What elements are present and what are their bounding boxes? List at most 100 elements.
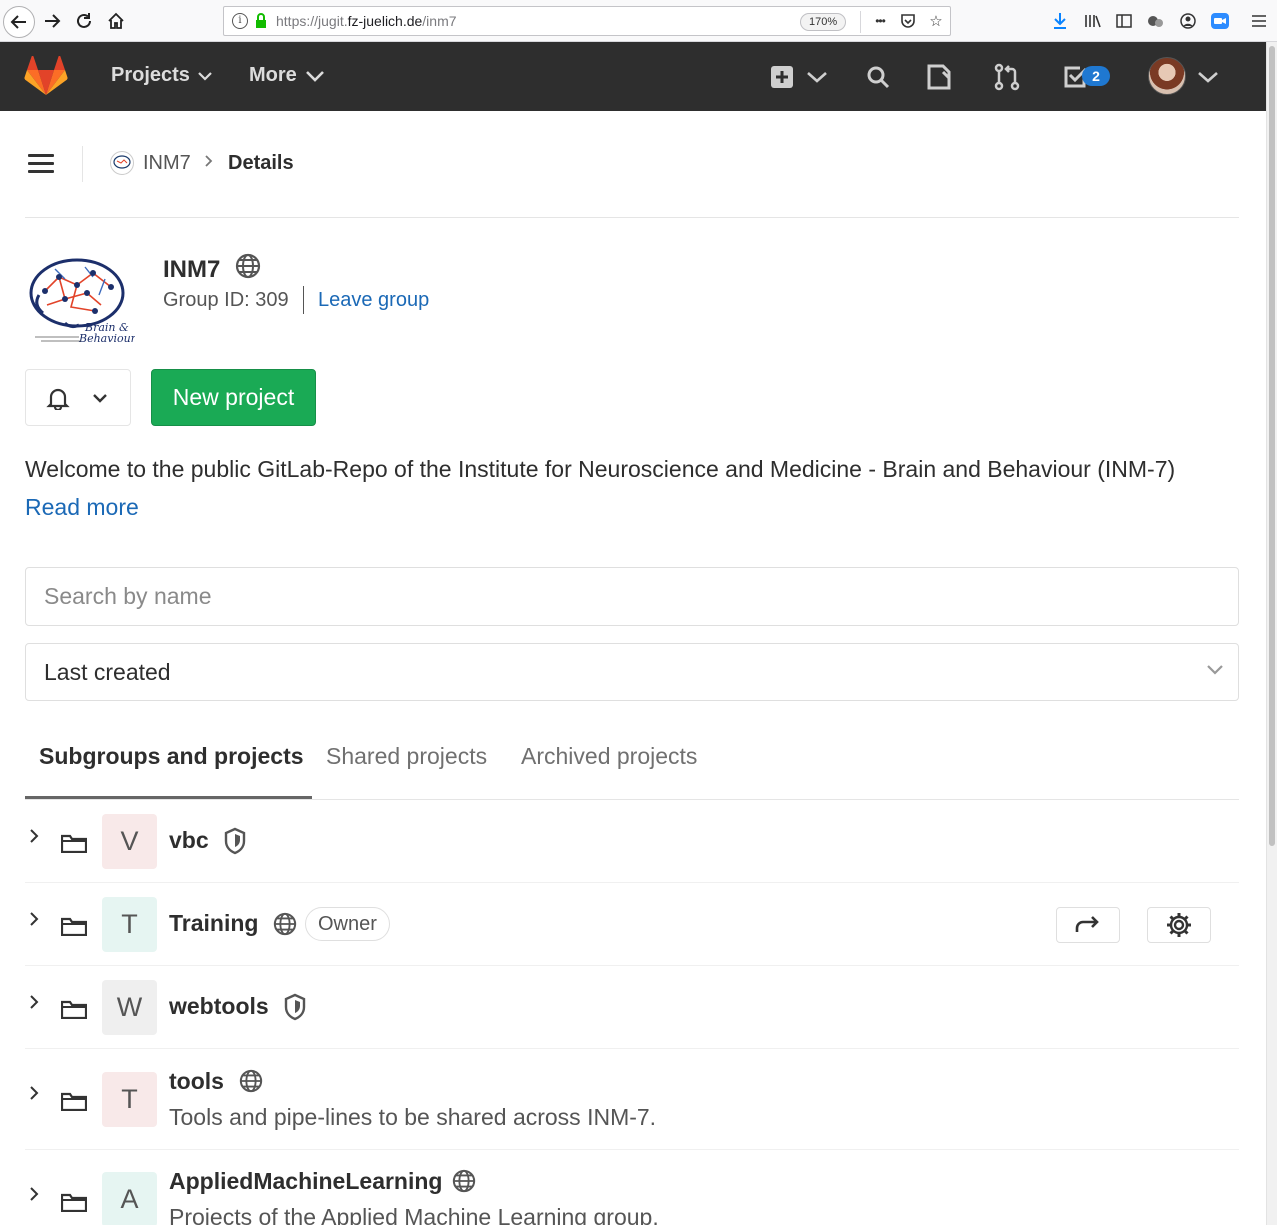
lock-icon xyxy=(256,13,266,28)
list-item[interactable]: V vbc xyxy=(25,800,1239,883)
avatar-letter: T xyxy=(121,909,138,939)
expand-chevron-icon[interactable] xyxy=(29,1186,39,1207)
sidebar-icon[interactable] xyxy=(1113,10,1135,32)
scrollbar-thumb[interactable] xyxy=(1269,46,1275,846)
subgroup-name-link[interactable]: tools xyxy=(169,1068,224,1095)
leave-group-link[interactable]: Leave group xyxy=(318,289,429,312)
url-domain: fz-juelich.de xyxy=(347,13,423,29)
user-avatar[interactable] xyxy=(1148,57,1186,95)
new-dropdown-button[interactable] xyxy=(768,62,830,92)
group-avatar-small[interactable] xyxy=(110,151,134,175)
breadcrumb-divider xyxy=(82,146,83,182)
shield-icon xyxy=(284,993,306,1021)
nav-projects[interactable]: Projects xyxy=(111,64,212,87)
page-scrollbar[interactable] xyxy=(1266,42,1277,1225)
nav-more[interactable]: More xyxy=(249,64,325,87)
arrow-right-icon xyxy=(45,14,61,28)
subgroup-avatar[interactable]: T xyxy=(102,1072,157,1127)
list-item[interactable]: W webtools xyxy=(25,966,1239,1049)
subgroup-description: Projects of the Applied Machine Learning… xyxy=(169,1204,659,1225)
list-item[interactable]: T Training Owner xyxy=(25,883,1239,966)
gitlab-logo-icon[interactable] xyxy=(24,56,68,96)
group-id-text: Group ID: 309 xyxy=(163,289,289,311)
gear-icon xyxy=(1167,913,1191,937)
role-badge: Owner xyxy=(305,907,390,941)
group-description: Welcome to the public GitLab-Repo of the… xyxy=(25,456,1176,482)
extension-icon[interactable] xyxy=(1145,10,1167,32)
subgroup-name-link[interactable]: Training xyxy=(169,910,258,937)
arrow-left-icon xyxy=(10,15,26,29)
plus-square-icon xyxy=(771,66,793,88)
zoom-badge[interactable]: 170% xyxy=(800,13,847,31)
breadcrumb-chevron-icon xyxy=(204,154,214,173)
folder-icon xyxy=(61,1000,87,1019)
search-button[interactable] xyxy=(863,62,893,92)
sort-selected-value: Last created xyxy=(44,659,171,685)
tab-archived-projects[interactable]: Archived projects xyxy=(521,743,697,770)
expand-chevron-icon[interactable] xyxy=(29,828,39,849)
list-item[interactable]: T tools Tools and pipe-lines to be share… xyxy=(25,1049,1239,1150)
tab-subgroups-and-projects[interactable]: Subgroups and projects xyxy=(39,743,304,770)
group-id-divider xyxy=(303,286,304,314)
subgroup-settings-button[interactable] xyxy=(1147,907,1211,943)
new-project-button[interactable]: New project xyxy=(151,369,316,426)
chevron-down-icon xyxy=(93,394,107,403)
url-path: /inm7 xyxy=(422,13,457,29)
home-button[interactable] xyxy=(102,7,130,35)
breadcrumb-group-link[interactable]: INM7 xyxy=(143,152,191,175)
globe-icon xyxy=(273,912,297,936)
pocket-icon[interactable] xyxy=(898,11,918,31)
subgroup-name-link[interactable]: vbc xyxy=(169,827,209,854)
chevron-down-icon xyxy=(1198,72,1218,83)
subgroup-name-link[interactable]: AppliedMachineLearning xyxy=(169,1168,442,1195)
group-logo-text-2: Behaviour xyxy=(78,332,135,345)
notification-dropdown[interactable] xyxy=(25,369,131,426)
sort-dropdown[interactable]: Last created xyxy=(25,643,1239,701)
sidebar-toggle-icon[interactable] xyxy=(28,154,54,174)
avatar-letter: T xyxy=(121,1084,138,1114)
back-button[interactable] xyxy=(3,6,35,38)
chevron-down-icon xyxy=(305,70,324,82)
browser-toolbar: i https://jugit.fz-juelich.de/inm7 170% … xyxy=(0,0,1277,42)
expand-chevron-icon[interactable] xyxy=(29,994,39,1015)
leave-subgroup-button[interactable] xyxy=(1056,907,1120,943)
merge-requests-button[interactable] xyxy=(992,62,1022,92)
downloads-icon[interactable] xyxy=(1049,10,1071,32)
group-logo: Brain & Behaviour xyxy=(29,258,135,345)
subgroup-avatar[interactable]: A xyxy=(102,1172,157,1225)
bookmark-star-icon[interactable]: ☆ xyxy=(926,11,946,31)
forward-button[interactable] xyxy=(38,7,66,35)
home-icon xyxy=(108,12,124,29)
folder-icon xyxy=(61,1092,87,1111)
expand-chevron-icon[interactable] xyxy=(29,911,39,932)
tab-shared-projects[interactable]: Shared projects xyxy=(326,743,487,770)
bell-icon xyxy=(46,388,70,410)
issues-button[interactable] xyxy=(924,62,954,92)
subgroup-avatar[interactable]: T xyxy=(102,897,157,952)
expand-chevron-icon[interactable] xyxy=(29,1085,39,1106)
address-bar[interactable]: i https://jugit.fz-juelich.de/inm7 170% … xyxy=(223,6,951,36)
breadcrumb-divider-line xyxy=(25,217,1239,218)
zoom-meeting-icon[interactable] xyxy=(1209,10,1231,32)
reload-button[interactable] xyxy=(70,7,98,35)
nav-more-label: More xyxy=(249,64,297,86)
gitlab-navbar: Projects More xyxy=(0,42,1266,111)
info-icon[interactable]: i xyxy=(232,13,248,29)
library-icon[interactable] xyxy=(1082,10,1104,32)
list-item[interactable]: A AppliedMachineLearning Projects of the… xyxy=(25,1150,1239,1225)
account-icon[interactable] xyxy=(1177,10,1199,32)
hamburger-menu-icon[interactable] xyxy=(1248,10,1270,32)
nav-projects-label: Projects xyxy=(111,64,190,86)
read-more-link[interactable]: Read more xyxy=(25,494,139,521)
breadcrumb-current[interactable]: Details xyxy=(228,152,294,175)
subgroup-name-link[interactable]: webtools xyxy=(169,993,269,1020)
subgroup-avatar[interactable]: V xyxy=(102,814,157,869)
user-menu-chevron[interactable] xyxy=(1190,62,1226,92)
subgroup-avatar[interactable]: W xyxy=(102,980,157,1035)
page-actions-icon[interactable]: ••• xyxy=(870,11,890,31)
search-icon xyxy=(867,66,890,89)
search-input[interactable] xyxy=(25,567,1239,626)
folder-icon xyxy=(61,917,87,936)
chevron-down-icon xyxy=(198,71,212,81)
url-text: https://jugit.fz-juelich.de/inm7 xyxy=(276,13,457,29)
